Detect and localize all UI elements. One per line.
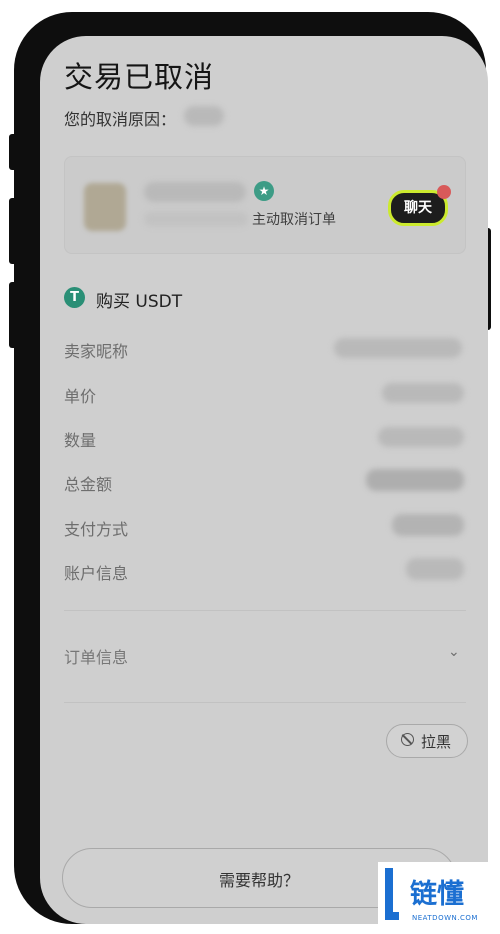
order-type-heading: 购买 USDT: [96, 292, 183, 312]
divider: [64, 610, 466, 611]
payment-method-label: 支付方式: [64, 520, 129, 539]
phone-frame: 交易已取消 您的取消原因： ★ 主动取消订单 聊天 T 购买 USDT 卖家昵称…: [14, 12, 488, 924]
watermark-text: 链懂: [410, 879, 464, 910]
tether-icon: T: [64, 287, 85, 308]
block-user-label: 拉黑: [421, 733, 452, 751]
prohibit-icon: [401, 733, 414, 746]
watermark-subtext: NEATDOWN.COM: [412, 914, 478, 922]
order-info-label[interactable]: 订单信息: [64, 644, 128, 668]
payment-method-value-redacted: [392, 514, 464, 536]
unit-price-label: 单价: [64, 387, 97, 406]
counterparty-info-redacted: [144, 212, 248, 226]
cancel-reason-label: 您的取消原因：: [64, 110, 177, 129]
seller-nickname-value-redacted: [334, 338, 462, 358]
avatar: [84, 183, 126, 231]
quantity-value-redacted: [378, 427, 464, 447]
chevron-down-icon[interactable]: ⌄: [448, 644, 460, 660]
watermark-logo-icon: [385, 868, 399, 920]
counterparty-name-redacted: [144, 182, 246, 202]
unread-badge: [437, 185, 451, 199]
total-amount-value-redacted: [366, 469, 464, 491]
block-user-button[interactable]: 拉黑: [386, 724, 468, 758]
account-info-label: 账户信息: [64, 564, 129, 583]
page-title: 交易已取消: [64, 60, 215, 94]
seller-nickname-label: 卖家昵称: [64, 342, 129, 361]
app-screen: 交易已取消 您的取消原因： ★ 主动取消订单 聊天 T 购买 USDT 卖家昵称…: [40, 36, 488, 924]
account-info-value-redacted: [406, 558, 464, 580]
quantity-label: 数量: [64, 431, 97, 450]
verified-star-icon: ★: [254, 181, 274, 201]
site-watermark: 链懂 NEATDOWN.COM: [378, 862, 496, 932]
cancel-reason-value-redacted: [184, 106, 224, 126]
counterparty-card: ★ 主动取消订单 聊天: [64, 156, 466, 254]
divider: [64, 702, 466, 703]
unit-price-value-redacted: [382, 383, 464, 403]
cancel-status-text: 主动取消订单: [252, 212, 336, 228]
total-amount-label: 总金额: [64, 475, 113, 494]
